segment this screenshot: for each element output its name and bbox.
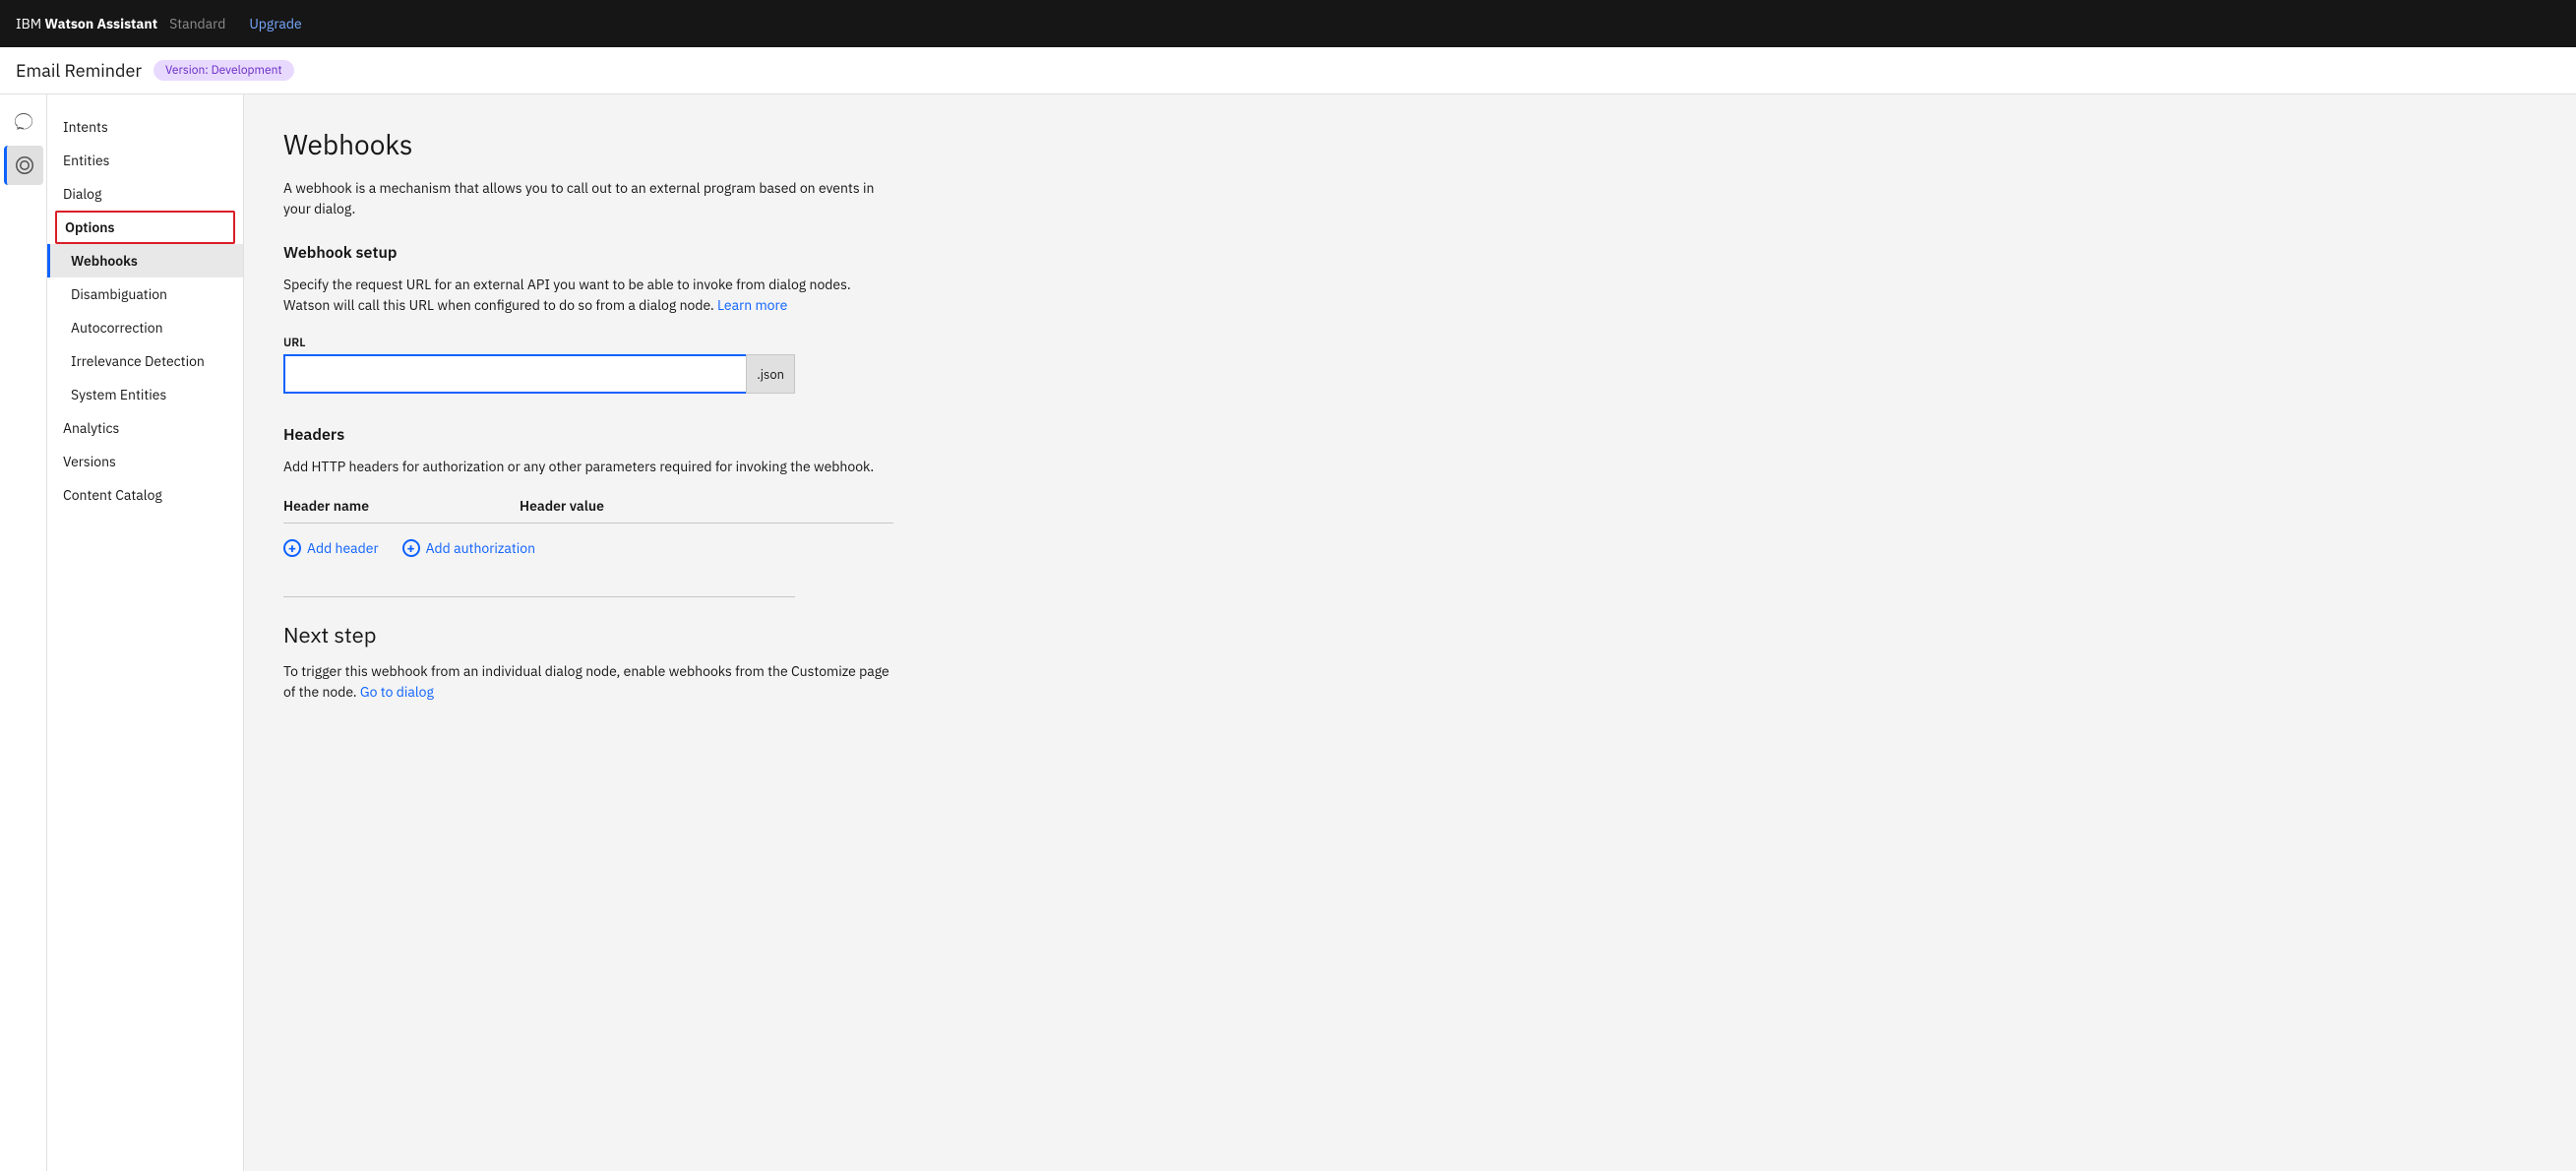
sidebar-item-webhooks[interactable]: Webhooks (47, 244, 243, 277)
headers-table-header: Header name Header value (283, 497, 893, 524)
col-header-value: Header value (520, 497, 893, 515)
add-authorization-icon: + (402, 539, 420, 557)
upgrade-link[interactable]: Upgrade (249, 15, 301, 32)
skill-icon-rail[interactable] (4, 146, 43, 185)
add-header-icon: + (283, 539, 301, 557)
webhook-setup-description: Specify the request URL for an external … (283, 275, 893, 316)
sidebar: Intents Entities Dialog Options Webhooks… (47, 94, 244, 1171)
sidebar-item-analytics[interactable]: Analytics (47, 411, 243, 445)
add-authorization-link[interactable]: + Add authorization (402, 539, 535, 557)
url-suffix: .json (746, 354, 795, 394)
webhook-setup-section: Webhook setup Specify the request URL fo… (283, 243, 2537, 394)
sidebar-item-system-entities[interactable]: System Entities (47, 378, 243, 411)
top-nav: IBM Watson Assistant Standard Upgrade (0, 0, 2576, 47)
icon-rail (0, 94, 47, 1171)
headers-title: Headers (283, 425, 893, 445)
add-header-label: Add header (307, 539, 379, 557)
url-label: URL (283, 336, 2537, 350)
next-step-description: To trigger this webhook from an individu… (283, 661, 893, 703)
header-bar: Email Reminder Version: Development (0, 47, 2576, 94)
col-header-name: Header name (283, 497, 520, 515)
sidebar-item-entities[interactable]: Entities (47, 144, 243, 177)
sidebar-item-irrelevance-detection[interactable]: Irrelevance Detection (47, 344, 243, 378)
webhook-setup-title: Webhook setup (283, 243, 2537, 263)
sidebar-item-autocorrection[interactable]: Autocorrection (47, 311, 243, 344)
sidebar-item-intents[interactable]: Intents (47, 110, 243, 144)
page-title: Webhooks (283, 126, 2537, 162)
version-badge: Version: Development (153, 60, 294, 81)
add-header-link[interactable]: + Add header (283, 539, 379, 557)
add-authorization-label: Add authorization (426, 539, 535, 557)
url-input-wrapper: .json (283, 354, 795, 394)
assistant-title: Email Reminder (16, 59, 142, 82)
main-content: Webhooks A webhook is a mechanism that a… (244, 94, 2576, 1171)
add-links-container: + Add header + Add authorization (283, 539, 893, 557)
sidebar-item-dialog[interactable]: Dialog (47, 177, 243, 211)
brand-logo: IBM Watson Assistant (16, 15, 157, 32)
next-step-title: Next step (283, 621, 2537, 649)
go-to-dialog-link[interactable]: Go to dialog (360, 683, 434, 701)
next-step-section: Next step To trigger this webhook from a… (283, 621, 2537, 703)
headers-description: Add HTTP headers for authorization or an… (283, 457, 893, 477)
chat-icon-rail[interactable] (4, 102, 43, 142)
sidebar-item-content-catalog[interactable]: Content Catalog (47, 478, 243, 512)
headers-section: Headers Add HTTP headers for authorizati… (283, 425, 893, 557)
sidebar-item-options[interactable]: Options (55, 211, 235, 244)
sidebar-item-versions[interactable]: Versions (47, 445, 243, 478)
url-input[interactable] (283, 354, 795, 394)
sidebar-item-disambiguation[interactable]: Disambiguation (47, 277, 243, 311)
learn-more-link[interactable]: Learn more (717, 296, 787, 314)
section-divider (283, 596, 795, 597)
page-description: A webhook is a mechanism that allows you… (283, 178, 893, 219)
tier-label: Standard (169, 15, 225, 32)
